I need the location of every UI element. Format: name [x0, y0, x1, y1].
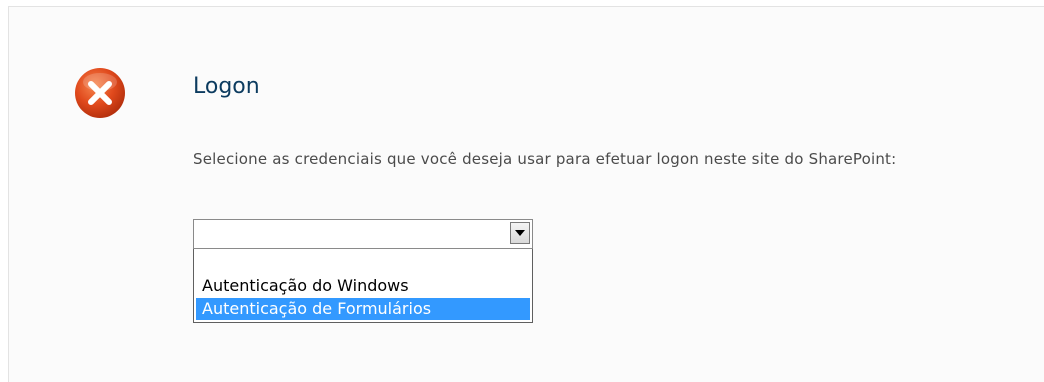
error-icon	[75, 68, 125, 118]
chevron-down-icon	[515, 230, 525, 236]
credential-dropdown-list: Autenticação do Windows Autenticação de …	[193, 249, 533, 323]
credential-select[interactable]	[193, 219, 533, 249]
instruction-text: Selecione as credenciais que você deseja…	[193, 150, 897, 168]
page-title: Logon	[193, 74, 260, 99]
dropdown-arrow-button[interactable]	[510, 222, 530, 244]
logon-panel	[8, 6, 1044, 382]
option-forms-authentication[interactable]: Autenticação de Formulários	[196, 298, 530, 320]
option-windows-authentication[interactable]: Autenticação do Windows	[196, 275, 530, 297]
